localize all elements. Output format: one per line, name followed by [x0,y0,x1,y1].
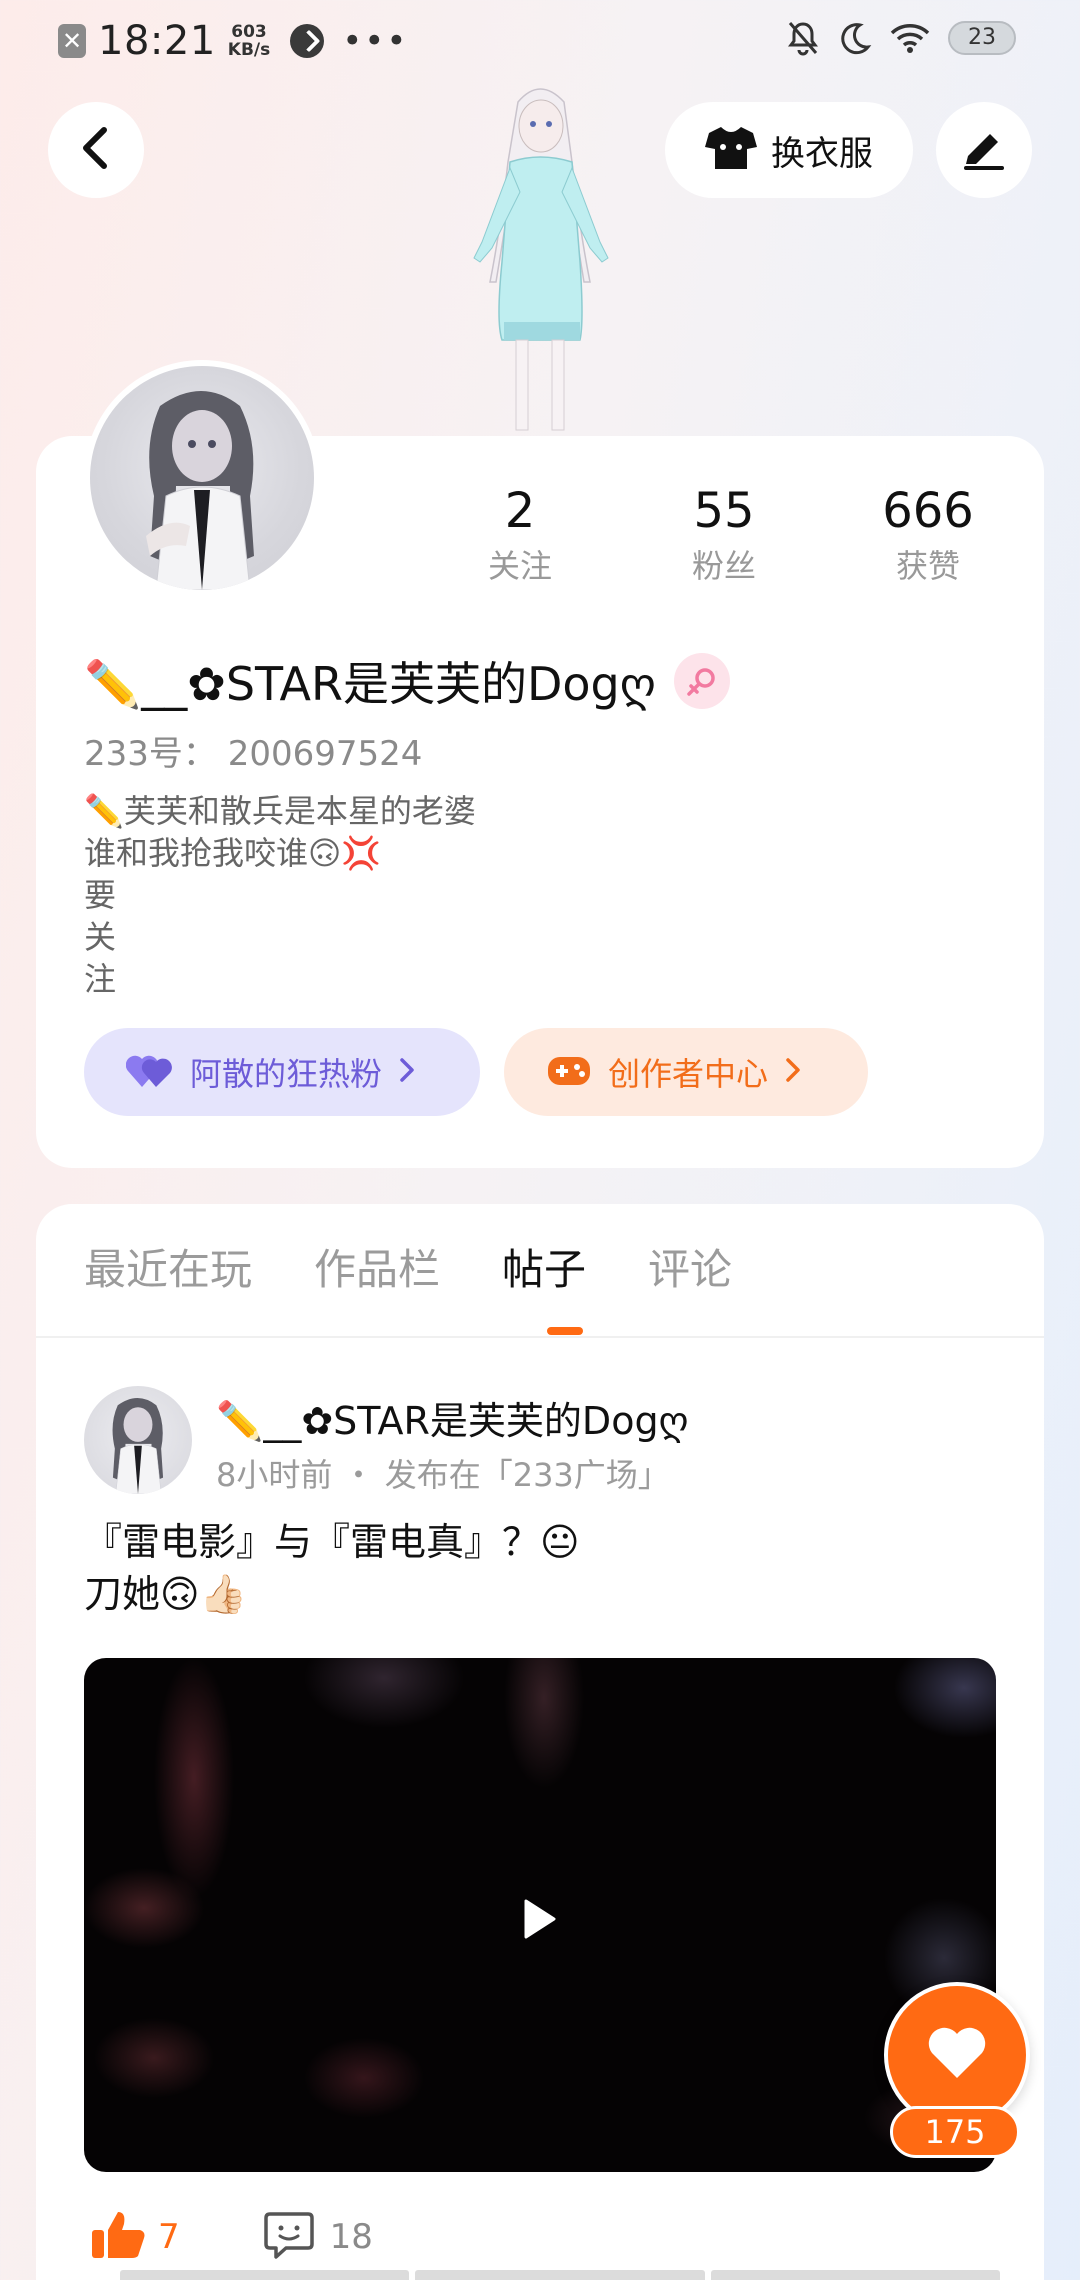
stat-followers[interactable]: 55 粉丝 [644,476,804,586]
stat-followers-label: 粉丝 [691,547,756,585]
post-video[interactable] [84,1658,996,2172]
stat-likes-count: 666 [882,483,974,539]
tab-recently-played[interactable]: 最近在玩 [84,1240,252,1330]
mute-bell-icon [786,20,820,56]
post-like-count: 7 [158,2217,180,2257]
post-comment-count: 18 [329,2217,373,2257]
tshirt-icon [705,125,757,175]
stat-following-count: 2 [504,483,536,539]
stat-following[interactable]: 2 关注 [440,476,600,586]
creator-center-button[interactable]: 创作者中心 [504,1028,868,1116]
preview-thumb [710,2270,1000,2280]
character-avatar-3d[interactable] [440,82,640,438]
account-id: 233号： 200697524 [84,734,423,774]
chevron-left-icon [78,126,114,174]
next-post-preview [120,2270,1000,2280]
fan-badge-button[interactable]: 阿散的狂热粉 [84,1028,480,1116]
post-meta: 8小时前 ・ 发布在「233广场」 [216,1456,670,1494]
do-not-disturb-moon-icon [838,21,872,55]
profile-username-text: ✏️__✿STAR是芙芙的Dogღ [84,657,656,711]
post-actions: 7 18 [90,2210,373,2264]
play-icon[interactable] [522,1898,558,1944]
heart-icon [927,2026,987,2084]
tab-comments[interactable]: 评论 [648,1240,732,1330]
network-speed: 603 KB/s [228,23,270,59]
stat-followers-count: 55 [693,483,755,539]
pencil-icon [960,126,1008,174]
network-speed-value: 603 [231,22,267,42]
comment-icon[interactable] [263,2210,314,2264]
post-author-name[interactable]: ✏️__✿STAR是芙芙的Dogღ [216,1390,688,1445]
tabs-divider [36,1336,1044,1338]
notification-close-icon: ✕ [58,24,86,58]
profile-bio: ✏️芙芙和散兵是本星的老婆 谁和我抢我咬谁🙃💢 要 关 注 [84,792,476,998]
active-tab-indicator [547,1327,583,1335]
gamepad-icon [546,1051,592,1093]
profile-username: ✏️__✿STAR是芙芙的Dogღ [84,648,730,714]
chevron-right-icon [398,1057,416,1087]
stat-following-label: 关注 [487,547,552,585]
stat-likes[interactable]: 666 获赞 [848,476,1008,586]
more-notifications: ••• [342,21,409,61]
change-outfit-label: 换衣服 [771,133,873,174]
chevron-right-icon [784,1057,802,1087]
creator-center-label: 创作者中心 [608,1055,769,1093]
profile-stats: 2 关注 55 粉丝 666 获赞 [440,476,1000,606]
back-button[interactable] [48,102,144,198]
floating-like-count: 175 [890,2106,1020,2158]
post-text[interactable]: 『雷电影』与『雷电真』？😐 刀她🙃👍🏻 [84,1516,580,1620]
app-notification-icon [290,24,325,58]
wifi-icon [890,21,930,55]
edit-profile-button[interactable] [936,102,1032,198]
profile-tabs: 最近在玩 作品栏 帖子 评论 [84,1240,794,1330]
preview-thumb [120,2270,410,2280]
thumbs-up-icon[interactable] [90,2210,146,2264]
female-gender-icon [673,653,730,709]
change-outfit-button[interactable]: 换衣服 [665,102,913,198]
preview-thumb [415,2270,705,2280]
tab-posts[interactable]: 帖子 [502,1240,586,1330]
profile-avatar[interactable] [84,360,320,596]
battery-indicator: 23 [948,21,1016,55]
tab-works[interactable]: 作品栏 [314,1240,440,1330]
fan-badge-label: 阿散的狂热粉 [190,1055,383,1093]
network-speed-unit: KB/s [227,40,271,60]
stat-likes-label: 获赞 [895,547,960,585]
post-author-avatar[interactable] [84,1386,192,1494]
purple-hearts-icon [125,1051,174,1093]
status-bar: ✕ 18:21 603 KB/s ••• 23 [0,0,1080,80]
status-time: 18:21 [98,18,216,64]
